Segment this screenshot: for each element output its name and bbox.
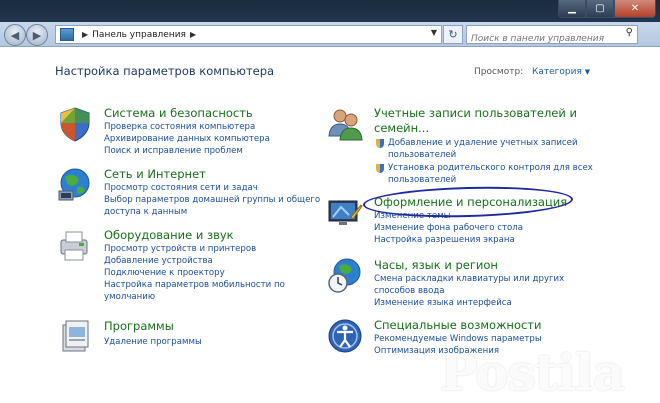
search-input[interactable] [467, 31, 615, 47]
programs-icon[interactable] [57, 319, 93, 355]
monitor-appearance-icon[interactable] [327, 195, 363, 231]
category-link[interactable]: Настройка параметров мобильности по [104, 280, 285, 291]
refresh-icon: ↻ [448, 28, 458, 41]
hand-drawn-highlight-ellipse [362, 184, 574, 220]
view-by-value: Категория [532, 67, 582, 77]
view-by-label: Просмотр: [474, 67, 524, 77]
users-icon[interactable] [327, 106, 363, 142]
clock-globe-icon[interactable] [327, 258, 363, 294]
network-globe-icon[interactable] [57, 167, 93, 203]
category-link[interactable]: умолчанию [104, 292, 155, 303]
breadcrumb-separator-icon: ▶ [82, 30, 89, 39]
category-link[interactable]: Поиск и исправление проблем [104, 146, 243, 157]
category-title-continued[interactable]: семейн... [374, 121, 429, 135]
category-link[interactable]: Изменение языка интерфейса [374, 298, 512, 309]
category-link[interactable]: Просмотр состояния сети и задач [104, 183, 258, 194]
address-dropdown-icon[interactable]: ▼ [431, 28, 437, 37]
category-link[interactable]: Выбор параметров домашней группы и общег… [104, 195, 320, 206]
category-link[interactable]: Архивирование данных компьютера [104, 134, 270, 145]
refresh-button[interactable]: ↻ [443, 25, 463, 44]
category-title[interactable]: Специальные возможности [374, 318, 541, 332]
minimize-button[interactable]: ▁ [558, 0, 586, 18]
breadcrumb-control-panel[interactable]: Панель управления [92, 30, 186, 40]
view-by-dropdown[interactable]: Категория ▼ [532, 67, 590, 77]
category-title[interactable]: Программы [104, 319, 174, 333]
chevron-down-icon: ▼ [584, 68, 591, 76]
category-link[interactable]: Изменение фона рабочего стола [374, 223, 523, 234]
page-title: Настройка параметров компьютера [55, 64, 275, 78]
category-link[interactable]: пользователей [388, 175, 456, 186]
window-titlebar: ▁ ▢ ✕ [0, 0, 660, 22]
forward-arrow-icon: ▶ [32, 28, 42, 42]
back-button[interactable]: ◀ [4, 24, 26, 46]
close-button[interactable]: ✕ [614, 0, 656, 18]
search-box[interactable]: ⚲ [466, 25, 638, 47]
watermark-text: Postila [440, 343, 625, 402]
category-link[interactable]: доступа к данным [104, 207, 187, 218]
category-link[interactable]: пользователей [388, 150, 456, 161]
search-icon[interactable]: ⚲ [626, 27, 633, 38]
breadcrumb-separator-icon: ▶ [189, 30, 197, 39]
control-panel-icon [60, 28, 74, 41]
category-title[interactable]: Сеть и Интернет [104, 167, 206, 181]
forward-button[interactable]: ▶ [26, 24, 48, 46]
category-title[interactable]: Учетные записи пользователей и [374, 106, 577, 120]
category-link[interactable]: Добавление и удаление учетных записей [374, 138, 578, 149]
category-link[interactable]: Установка родительского контроля для все… [374, 163, 593, 174]
accessibility-icon[interactable] [327, 318, 363, 354]
category-title[interactable]: Часы, язык и регион [374, 258, 498, 272]
maximize-button[interactable]: ▢ [586, 0, 614, 18]
category-link[interactable]: Просмотр устройств и принтеров [104, 244, 256, 255]
navigation-bar: ◀ ▶ ▶ Панель управления ▶ ▼ ↻ ⚲ [0, 22, 660, 47]
category-link[interactable]: Добавление устройства [104, 256, 213, 267]
category-link[interactable]: Смена раскладки клавиатуры или других [374, 274, 564, 285]
category-link[interactable]: способов ввода [374, 286, 445, 297]
category-link[interactable]: Подключение к проектору [104, 268, 225, 279]
back-arrow-icon: ◀ [10, 28, 20, 42]
window-controls: ▁ ▢ ✕ [558, 0, 656, 18]
category-title[interactable]: Оборудование и звук [104, 228, 234, 242]
category-title[interactable]: Система и безопасность [104, 106, 253, 120]
shield-security-icon[interactable] [57, 106, 93, 142]
category-link[interactable]: Проверка состояния компьютера [104, 122, 255, 133]
printer-hardware-icon[interactable] [57, 228, 93, 264]
category-link[interactable]: Удаление программы [104, 337, 202, 348]
category-link[interactable]: Настройка разрешения экрана [374, 235, 515, 246]
address-bar[interactable]: ▶ Панель управления ▶ ▼ [55, 25, 442, 44]
